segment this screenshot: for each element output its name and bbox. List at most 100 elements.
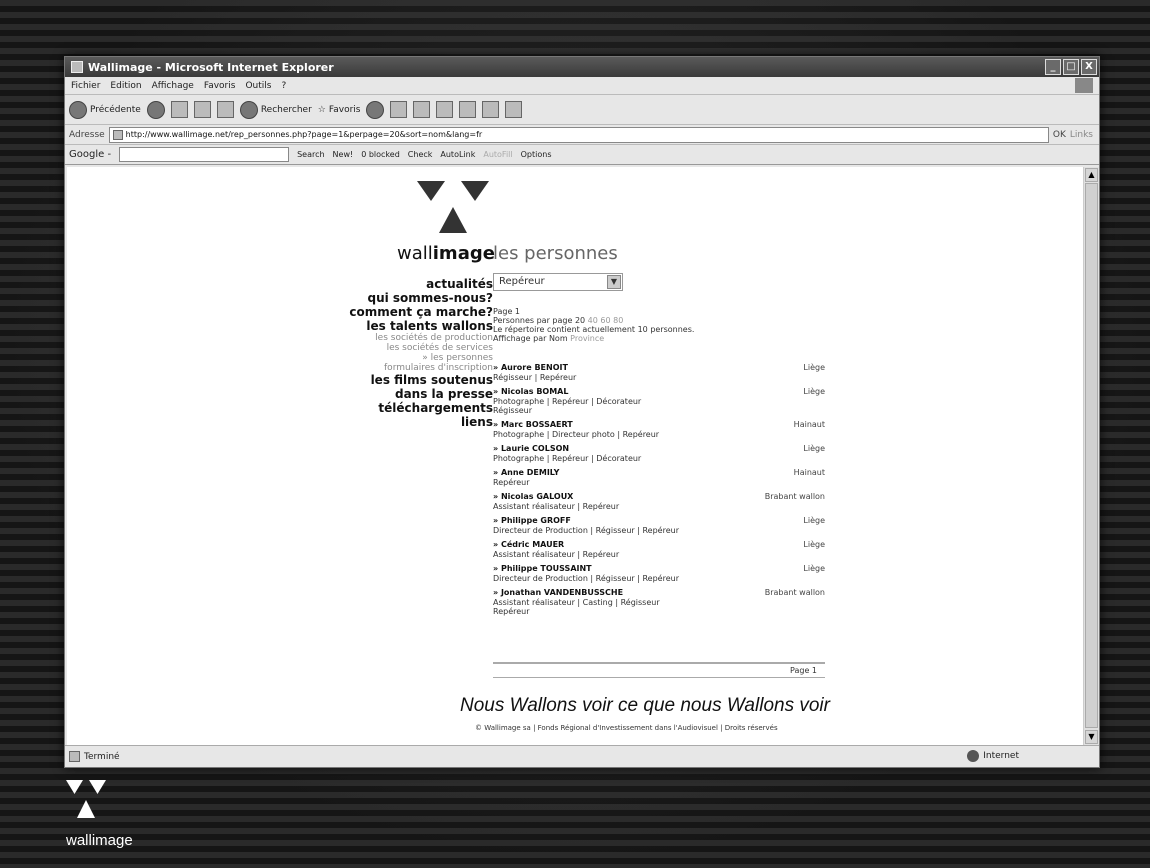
person-name-link[interactable]: » Philippe TOUSSAINT xyxy=(493,564,825,574)
ie-icon xyxy=(71,61,83,73)
print-button[interactable] xyxy=(413,101,431,118)
refresh-button[interactable] xyxy=(193,101,211,118)
nav-item[interactable]: actualités xyxy=(349,277,493,291)
menu-fichier[interactable]: Fichier xyxy=(71,81,100,91)
role-select-value: Repéreur xyxy=(499,276,545,287)
copyright: © Wallimage sa | Fonds Régional d'Invest… xyxy=(475,724,778,732)
person-province: Liège xyxy=(803,516,825,525)
menu-edition[interactable]: Edition xyxy=(110,81,141,91)
back-button[interactable]: Précédente xyxy=(69,100,141,119)
links-button[interactable]: Links xyxy=(1070,130,1093,140)
person-name-link[interactable]: » Nicolas BOMAL xyxy=(493,387,825,397)
search-label: Rechercher xyxy=(260,104,312,115)
menu-help[interactable]: ? xyxy=(281,81,286,91)
page-done-icon xyxy=(69,751,80,762)
edit-button[interactable] xyxy=(436,101,454,118)
person-name-link[interactable]: » Aurore BENOIT xyxy=(493,363,825,373)
home-button[interactable] xyxy=(216,101,234,118)
perpage-40-link[interactable]: 40 xyxy=(588,316,598,325)
star-icon: ☆ xyxy=(317,104,326,115)
vertical-scrollbar[interactable]: ▲ ▼ xyxy=(1083,167,1099,745)
person-province: Liège xyxy=(803,540,825,549)
nav-item[interactable]: les sociétés de production xyxy=(349,333,493,343)
url-field[interactable]: http://www.wallimage.net/rep_personnes.p… xyxy=(108,126,1049,143)
person-name-link[interactable]: » Anne DEMILY xyxy=(493,468,825,478)
nav-item[interactable]: liens xyxy=(349,415,493,429)
forward-button[interactable] xyxy=(146,100,165,119)
perpage-60-link[interactable]: 60 xyxy=(600,316,610,325)
pager: Page 1 xyxy=(493,662,825,678)
spell-check-button[interactable]: Check xyxy=(408,150,433,159)
person-item: » Nicolas GALOUX Brabant wallon Assistant … xyxy=(493,492,825,511)
favorites-button[interactable]: ☆ Favoris xyxy=(318,105,361,115)
autolink-button[interactable]: AutoLink xyxy=(440,150,475,159)
history-button[interactable] xyxy=(366,100,385,119)
menu-favoris[interactable]: Favoris xyxy=(204,81,236,91)
perpage-80-link[interactable]: 80 xyxy=(613,316,623,325)
role-select[interactable]: Repéreur ▼ xyxy=(493,273,623,291)
go-button[interactable]: OK xyxy=(1053,130,1066,140)
messenger-button[interactable] xyxy=(505,101,523,118)
stop-button[interactable] xyxy=(170,101,188,118)
status-bar: Terminé Internet xyxy=(65,745,1099,767)
research-button[interactable] xyxy=(482,101,500,118)
google-new-button[interactable]: New! xyxy=(333,150,354,159)
logo-triangle-left xyxy=(417,181,445,201)
corner-logo-mark xyxy=(66,780,106,818)
popup-blocked-button[interactable]: 0 blocked xyxy=(361,150,400,159)
sort-province-link[interactable]: Province xyxy=(570,334,604,343)
favorites-label: Favoris xyxy=(328,104,361,115)
autofill-button[interactable]: AutoFill xyxy=(483,150,512,159)
address-bar: Adresse http://www.wallimage.net/rep_per… xyxy=(65,125,1099,145)
nav-item[interactable]: dans la presse xyxy=(349,387,493,401)
person-item: » Philippe GROFF Liège Directeur de Produc… xyxy=(493,516,825,535)
brand-light: wall xyxy=(397,243,433,264)
discuss-button[interactable] xyxy=(459,101,477,118)
person-item: » Laurie COLSON Liège Photographe | Repére… xyxy=(493,444,825,463)
nav-item[interactable]: les films soutenus xyxy=(349,373,493,387)
google-search-button[interactable]: Search xyxy=(297,150,324,159)
person-roles: Régisseur xyxy=(493,406,533,415)
brand-bold: image xyxy=(432,243,495,264)
windows-logo-icon xyxy=(1075,78,1093,93)
brand-wordmark: wallimage xyxy=(397,243,495,264)
chevron-down-icon: ▼ xyxy=(607,275,621,289)
nav-item[interactable]: téléchargements xyxy=(349,401,493,415)
google-search-input[interactable] xyxy=(119,147,290,162)
sort-row: Affichage par Nom Province xyxy=(493,334,694,343)
corner-triangle-left xyxy=(66,780,83,794)
web-page: wallimage les personnes actualités qui so… xyxy=(67,167,1083,745)
toolbar: Précédente Rechercher ☆ Favoris xyxy=(65,95,1099,125)
scroll-down-icon[interactable]: ▼ xyxy=(1085,730,1098,744)
nav-item[interactable]: les sociétés de services xyxy=(349,343,493,353)
person-item: » Jonathan VANDENBUSSCHE Brabant wallon As… xyxy=(493,588,825,616)
menu-outils[interactable]: Outils xyxy=(245,81,271,91)
options-button[interactable]: Options xyxy=(521,150,552,159)
scroll-thumb[interactable] xyxy=(1085,183,1098,728)
menu-affichage[interactable]: Affichage xyxy=(152,81,194,91)
search-button[interactable]: Rechercher xyxy=(239,100,312,119)
back-arrow-icon xyxy=(69,100,87,119)
person-province: Liège xyxy=(803,444,825,453)
page-indicator: Page 1 xyxy=(493,307,520,316)
maximize-button[interactable]: □ xyxy=(1063,59,1079,75)
nav-item[interactable]: formulaires d'inscription xyxy=(349,363,493,373)
wallimage-logo[interactable] xyxy=(417,181,491,243)
logo-triangle-bottom xyxy=(439,207,467,233)
person-name-link[interactable]: » Laurie COLSON xyxy=(493,444,825,454)
nav-item[interactable]: » les personnes xyxy=(349,353,493,363)
page-title: les personnes xyxy=(493,243,618,264)
mail-button[interactable] xyxy=(390,101,408,118)
nav-item[interactable]: les talents wallons xyxy=(349,319,493,333)
person-name-link[interactable]: » Cédric MAUER xyxy=(493,540,825,550)
listing-info: Page 1 Personnes par page 20 40 60 80 Le… xyxy=(493,307,694,343)
person-name-link[interactable]: » Marc BOSSAERT xyxy=(493,420,825,430)
minimize-button[interactable]: _ xyxy=(1045,59,1061,75)
close-button[interactable]: X xyxy=(1081,59,1097,75)
google-label[interactable]: Google - xyxy=(69,149,111,160)
person-name-link[interactable]: » Philippe GROFF xyxy=(493,516,825,526)
nav-item[interactable]: qui sommes-nous? xyxy=(349,291,493,305)
scroll-up-icon[interactable]: ▲ xyxy=(1085,168,1098,182)
person-item: » Philippe TOUSSAINT Liège Directeur de Pr… xyxy=(493,564,825,583)
nav-item[interactable]: comment ça marche? xyxy=(349,305,493,319)
